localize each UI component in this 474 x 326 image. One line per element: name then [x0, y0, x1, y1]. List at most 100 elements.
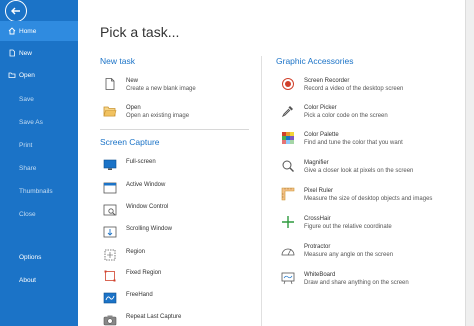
task-name: WhiteBoard — [304, 272, 336, 278]
task-new[interactable]: New Create a new blank image — [103, 77, 196, 93]
camera-icon — [103, 315, 117, 326]
sidebar-item-label: About — [19, 276, 36, 284]
open-folder-icon — [103, 106, 117, 117]
sidebar-item-label: Save — [19, 95, 34, 103]
task-whiteboard[interactable]: WhiteBoard Draw and share anything on th… — [281, 271, 409, 287]
sidebar-item-thumbnails[interactable]: Thumbnails — [0, 181, 78, 201]
back-arrow-icon — [11, 7, 20, 15]
sidebar-item-label: Open — [19, 71, 35, 79]
task-name: Magnifier — [304, 160, 329, 166]
task-repeat-last-capture[interactable]: Repeat Last Capture — [103, 313, 181, 326]
task-full-screen[interactable]: Full-screen — [103, 158, 156, 172]
task-name: Pixel Ruler — [304, 188, 334, 194]
task-name: Region — [126, 249, 146, 255]
protractor-icon — [281, 248, 295, 256]
scrolling-window-icon — [103, 226, 117, 238]
new-file-icon — [105, 78, 115, 90]
section-heading-new-task: New task — [100, 56, 135, 66]
sidebar-item-share[interactable]: Share — [0, 158, 78, 178]
task-window-control[interactable]: Window Control — [103, 203, 168, 217]
task-description: Draw and share anything on the screen — [304, 280, 409, 286]
palette-grid-icon — [282, 132, 294, 144]
sidebar-item-save-as[interactable]: Save As — [0, 112, 78, 132]
app-window: Home New Open Save Save As Print Share T… — [0, 0, 474, 326]
task-description: Measure the size of desktop objects and … — [304, 196, 433, 202]
sidebar-item-about[interactable]: About — [0, 270, 78, 290]
task-pixel-ruler[interactable]: Pixel Ruler Measure the size of desktop … — [281, 187, 432, 203]
scrollbar-track[interactable] — [465, 0, 474, 326]
task-name: Window Control — [126, 204, 169, 210]
task-name: FreeHand — [126, 292, 153, 298]
task-name: Scrolling Window — [126, 226, 173, 232]
task-name: Fixed Region — [126, 270, 162, 276]
back-button[interactable] — [5, 0, 27, 22]
page-title: Pick a task... — [100, 24, 180, 40]
home-icon — [8, 27, 16, 35]
new-file-icon — [9, 49, 15, 57]
fixed-region-icon — [104, 270, 116, 282]
task-magnifier[interactable]: Magnifier Give a closer look at pixels o… — [281, 159, 413, 175]
sidebar-item-label: Print — [19, 141, 33, 149]
sidebar-item-label: Home — [19, 27, 37, 35]
eyedropper-icon — [281, 106, 293, 118]
task-name: Protractor — [304, 244, 331, 250]
crosshair-icon — [282, 216, 294, 228]
section-divider — [100, 129, 249, 130]
sidebar-item-label: Thumbnails — [19, 187, 53, 195]
task-name: Active Window — [126, 182, 166, 188]
task-description: Figure out the relative coordinate — [304, 224, 392, 230]
sidebar-item-open[interactable]: Open — [0, 65, 78, 85]
sidebar: Home New Open Save Save As Print Share T… — [0, 0, 78, 326]
active-window-icon — [103, 182, 117, 194]
task-description: Give a closer look at pixels on the scre… — [304, 168, 414, 174]
window-control-icon — [103, 204, 117, 216]
sidebar-item-print[interactable]: Print — [0, 135, 78, 155]
task-active-window[interactable]: Active Window — [103, 181, 165, 195]
sidebar-item-save[interactable]: Save — [0, 89, 78, 109]
task-scrolling-window[interactable]: Scrolling Window — [103, 225, 172, 239]
region-icon — [104, 249, 116, 261]
task-description: Measure any angle on the screen — [304, 252, 394, 258]
sidebar-item-home[interactable]: Home — [0, 21, 78, 41]
task-name: Screen Recorder — [304, 78, 350, 84]
task-description: Create a new blank image — [126, 86, 196, 92]
task-screen-recorder[interactable]: Screen Recorder Record a video of the de… — [281, 77, 403, 93]
task-protractor[interactable]: Protractor Measure any angle on the scre… — [281, 243, 393, 259]
task-name: New — [126, 78, 139, 84]
task-name: Open — [126, 105, 141, 111]
task-color-picker[interactable]: Color Picker Pick a color code on the sc… — [281, 104, 388, 120]
freehand-icon — [103, 292, 117, 304]
task-description: Find and tune the color that you want — [304, 140, 403, 146]
task-name: CrossHair — [304, 216, 331, 222]
task-name: Color Picker — [304, 105, 337, 111]
task-name: Full-screen — [126, 159, 156, 165]
task-color-palette[interactable]: Color Palette Find and tune the color th… — [281, 131, 403, 147]
magnifier-icon — [282, 160, 294, 172]
section-heading-graphic-accessories: Graphic Accessories — [276, 56, 354, 66]
whiteboard-icon — [281, 272, 295, 285]
task-freehand[interactable]: FreeHand — [103, 291, 153, 305]
task-description: Open an existing image — [126, 113, 190, 119]
ruler-icon — [281, 187, 295, 201]
task-fixed-region[interactable]: Fixed Region — [103, 269, 161, 283]
sidebar-item-options[interactable]: Options — [0, 247, 78, 267]
task-name: Repeat Last Capture — [126, 314, 182, 320]
sidebar-item-label: Save As — [19, 118, 43, 126]
sidebar-item-label: Share — [19, 164, 37, 172]
record-icon — [282, 78, 294, 90]
column-divider — [261, 56, 262, 326]
sidebar-item-label: Options — [19, 253, 42, 261]
sidebar-item-new[interactable]: New — [0, 43, 78, 63]
sidebar-item-label: Close — [19, 210, 36, 218]
sidebar-item-label: New — [19, 49, 33, 57]
folder-icon — [8, 72, 16, 78]
task-description: Record a video of the desktop screen — [304, 86, 404, 92]
task-name: Color Palette — [304, 132, 339, 138]
sidebar-item-close[interactable]: Close — [0, 204, 78, 224]
section-heading-screen-capture: Screen Capture — [100, 137, 160, 147]
task-region[interactable]: Region — [103, 248, 145, 262]
task-crosshair[interactable]: CrossHair Figure out the relative coordi… — [281, 215, 392, 231]
task-description: Pick a color code on the screen — [304, 113, 388, 119]
task-open[interactable]: Open Open an existing image — [103, 104, 189, 120]
monitor-icon — [103, 159, 117, 170]
